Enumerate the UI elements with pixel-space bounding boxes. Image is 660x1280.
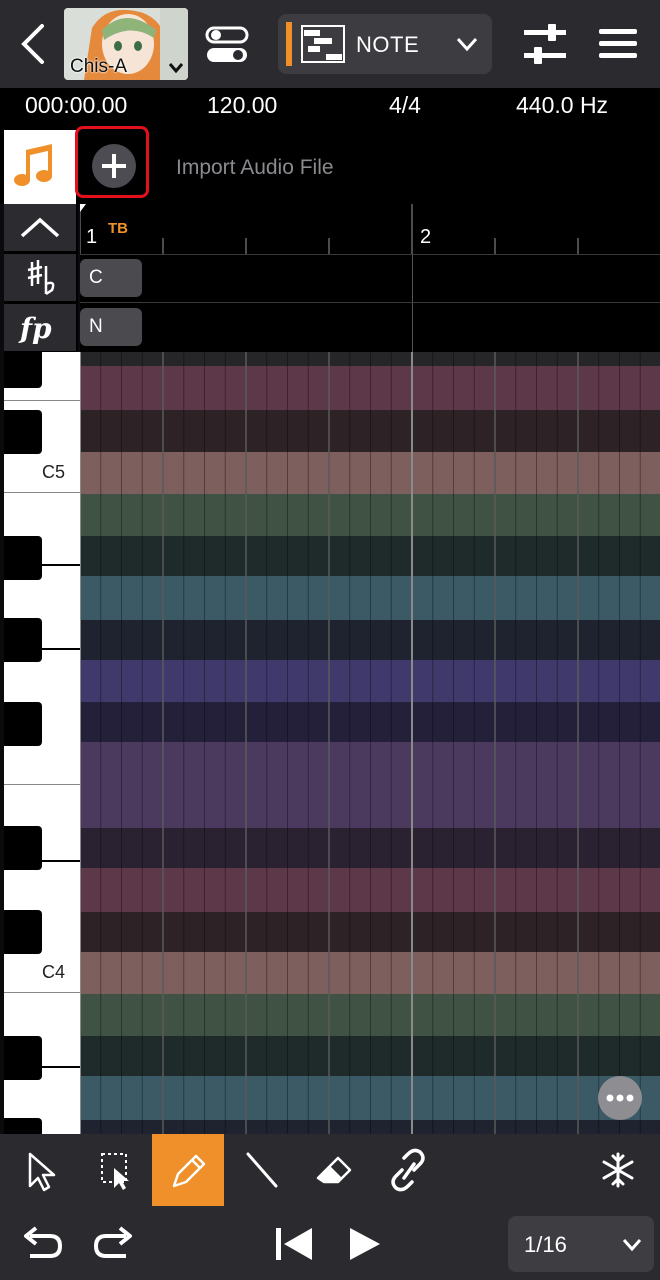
vocal-track-tab[interactable] bbox=[4, 130, 76, 204]
black-key[interactable] bbox=[4, 702, 42, 746]
tempo-value[interactable]: 120.00 bbox=[207, 92, 277, 119]
measure-line bbox=[412, 303, 413, 353]
key-divider bbox=[42, 860, 80, 862]
key-button[interactable] bbox=[4, 254, 76, 301]
black-key[interactable] bbox=[4, 410, 42, 454]
key-divider bbox=[42, 1066, 80, 1068]
back-button[interactable] bbox=[14, 20, 54, 68]
key-divider bbox=[4, 400, 80, 401]
import-audio-label[interactable]: Import Audio File bbox=[176, 156, 334, 180]
more-options-button[interactable] bbox=[598, 1076, 642, 1120]
quantize-label: 1/16 bbox=[524, 1232, 567, 1257]
measure-line bbox=[412, 255, 413, 303]
add-audio-button[interactable] bbox=[92, 144, 136, 188]
header-controls-column: fp bbox=[4, 204, 78, 352]
line-tool[interactable] bbox=[226, 1134, 298, 1206]
black-key[interactable] bbox=[4, 910, 42, 954]
black-key[interactable] bbox=[4, 618, 42, 662]
arrow-select-icon bbox=[28, 1152, 56, 1192]
link-tool[interactable] bbox=[372, 1134, 444, 1206]
pencil-tool[interactable] bbox=[152, 1134, 224, 1206]
key-divider bbox=[42, 648, 80, 650]
singer-selector[interactable]: Chis-A bbox=[64, 8, 188, 80]
link-icon bbox=[391, 1148, 425, 1192]
back-icon bbox=[21, 24, 44, 64]
play-icon bbox=[350, 1228, 380, 1260]
track-toggle-button[interactable] bbox=[204, 26, 250, 64]
box-select-tool[interactable] bbox=[80, 1134, 152, 1206]
measure-ruler[interactable]: 1 TB 2 bbox=[79, 204, 660, 254]
mode-label: NOTE bbox=[356, 32, 420, 57]
mixer-button[interactable] bbox=[522, 22, 568, 66]
arrow-select-tool[interactable] bbox=[6, 1134, 78, 1206]
chevron-down-icon bbox=[622, 1239, 642, 1252]
skip-to-start-button[interactable] bbox=[264, 1214, 324, 1274]
black-key[interactable] bbox=[4, 826, 42, 870]
measure-number-1: 1 bbox=[86, 226, 98, 248]
svg-text:fp: fp bbox=[18, 312, 52, 345]
dynamics-chip[interactable]: N bbox=[80, 308, 142, 346]
undo-icon bbox=[24, 1226, 63, 1258]
mode-accent-bar bbox=[286, 22, 292, 66]
key-label-c5: C5 bbox=[42, 462, 66, 482]
piano-roll-grid[interactable] bbox=[80, 352, 660, 1134]
more-icon bbox=[606, 1094, 634, 1102]
box-select-icon bbox=[101, 1153, 129, 1190]
key-divider bbox=[4, 492, 80, 493]
key-row: C bbox=[80, 254, 660, 303]
chevron-down-icon bbox=[456, 37, 478, 52]
black-key[interactable] bbox=[4, 1118, 42, 1134]
dynamics-button[interactable]: fp bbox=[4, 304, 76, 351]
chevron-down-icon bbox=[168, 63, 184, 74]
chevron-up-icon bbox=[20, 217, 60, 238]
line-icon bbox=[246, 1152, 278, 1188]
measure-number-2: 2 bbox=[420, 226, 432, 248]
dynamics-row: N bbox=[80, 302, 660, 353]
eraser-tool[interactable] bbox=[298, 1134, 370, 1206]
fp-dynamics-icon: fp bbox=[18, 312, 52, 345]
undo-button[interactable] bbox=[14, 1214, 70, 1274]
info-bar: 000:00.00 120.00 4/4 440.0 Hz bbox=[0, 88, 660, 128]
black-key[interactable] bbox=[4, 352, 42, 388]
tempo-marker[interactable]: TB bbox=[108, 220, 128, 237]
black-key[interactable] bbox=[4, 536, 42, 580]
key-divider bbox=[4, 992, 80, 993]
key-chip[interactable]: C bbox=[80, 259, 142, 297]
mixer-icon bbox=[524, 24, 566, 64]
menu-icon bbox=[599, 29, 637, 58]
freeze-tool[interactable] bbox=[582, 1134, 654, 1206]
play-button[interactable] bbox=[336, 1214, 396, 1274]
piano-roll-icon bbox=[301, 25, 345, 63]
sharp-flat-icon bbox=[27, 260, 55, 296]
toggle-icon bbox=[205, 26, 249, 62]
quantize-select[interactable]: 1/16 bbox=[508, 1216, 654, 1272]
key-label-c4: C4 bbox=[42, 962, 66, 982]
ruler-ticks bbox=[79, 204, 579, 254]
time-signature[interactable]: 4/4 bbox=[389, 92, 421, 119]
tuning-frequency[interactable]: 440.0 Hz bbox=[516, 92, 608, 119]
collapse-button[interactable] bbox=[4, 204, 76, 251]
snowflake-icon bbox=[602, 1152, 634, 1188]
menu-button[interactable] bbox=[598, 26, 638, 62]
eraser-icon bbox=[316, 1156, 352, 1184]
plus-icon bbox=[102, 154, 126, 178]
black-key[interactable] bbox=[4, 1036, 42, 1080]
key-divider bbox=[4, 784, 80, 785]
grid-canvas bbox=[80, 352, 660, 1134]
skip-back-icon bbox=[276, 1228, 312, 1260]
pencil-icon bbox=[172, 1154, 206, 1188]
redo-button[interactable] bbox=[86, 1214, 142, 1274]
music-note-icon bbox=[14, 144, 52, 186]
key-divider bbox=[42, 564, 80, 566]
redo-icon bbox=[93, 1226, 132, 1258]
time-position[interactable]: 000:00.00 bbox=[25, 92, 127, 119]
piano-keyboard[interactable]: C5 C4 bbox=[4, 352, 80, 1134]
edit-mode-select[interactable]: NOTE bbox=[278, 14, 492, 74]
singer-name: Chis-A bbox=[70, 56, 128, 77]
